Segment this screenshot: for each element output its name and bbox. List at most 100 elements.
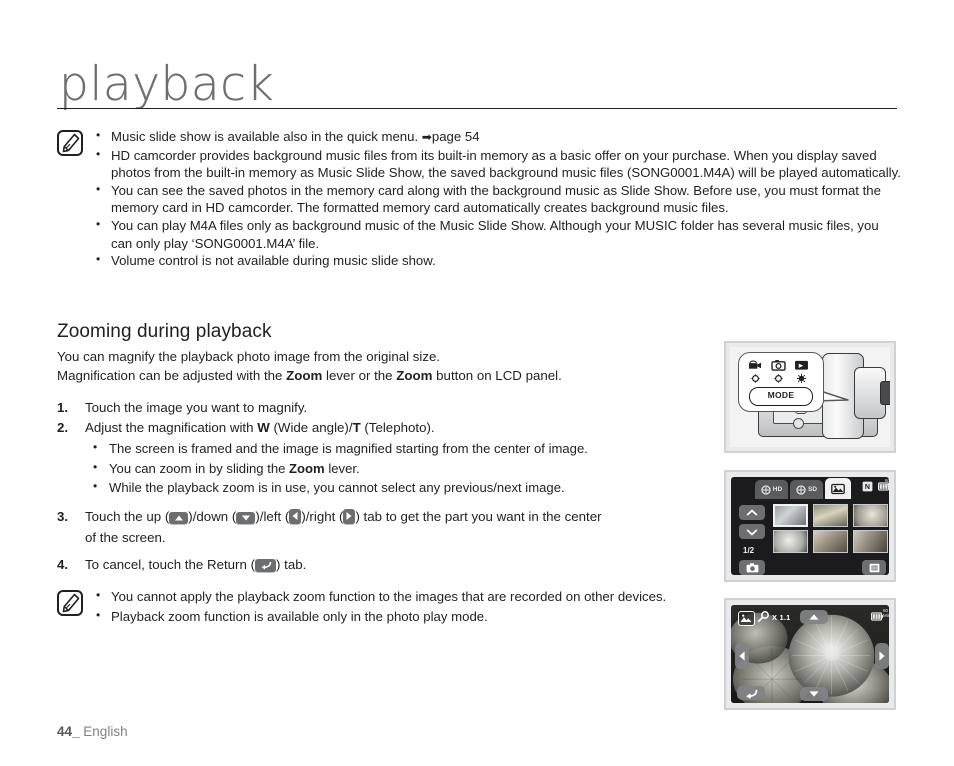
step-text: Touch the image you want to magnify.: [85, 400, 308, 415]
return-tab-icon: [255, 558, 276, 572]
note-pencil-icon: [57, 130, 83, 156]
step-4: 4. To cancel, touch the Return () tab.: [57, 555, 717, 574]
note-item: Volume control is not available during m…: [89, 251, 901, 270]
memory-card-icon: N: [862, 481, 873, 492]
play-mode-led-icon-active: [797, 374, 806, 383]
svg-text:N: N: [865, 484, 870, 491]
page-title: playback: [59, 57, 275, 112]
lcd-screen: X 1.1 60Min: [731, 605, 889, 703]
photo-mode-icon: [771, 360, 786, 371]
thumbnail-item[interactable]: [813, 530, 848, 553]
lead-line-2: Magnification can be adjusted with the Z…: [57, 367, 562, 383]
menu-button[interactable]: [862, 560, 886, 575]
arrow-ref-icon: ➡: [421, 130, 432, 144]
video-mode-icon: [749, 360, 762, 369]
sub-bullet: The screen is framed and the image is ma…: [85, 438, 717, 459]
up-arrow-tab[interactable]: [800, 610, 828, 624]
playback-zoom-screen-figure: X 1.1 60Min: [724, 598, 896, 710]
section-heading: Zooming during playback: [57, 321, 272, 342]
note-text-a: Music slide show is available also in th…: [111, 129, 422, 144]
tab-bar: HD SD N 6 M: [731, 477, 889, 499]
page-footer: 44_ English: [57, 724, 128, 739]
sd-video-tab-icon: [796, 484, 806, 495]
thumbnail-item[interactable]: [853, 530, 888, 553]
step-3: 3. Touch the up ()/down ()/left ()/right…: [57, 507, 717, 547]
footer-page-number: 44_: [57, 724, 80, 739]
up-arrow-tab-icon: [169, 511, 189, 524]
note-item: HD camcorder provides background music f…: [89, 146, 901, 182]
play-mode-icon: [795, 360, 808, 370]
down-arrow-tab-icon: [236, 511, 256, 524]
note-bottom-list: You cannot apply the playback zoom funct…: [89, 587, 709, 626]
right-arrow-tab[interactable]: [875, 643, 889, 669]
step-1: 1. Touch the image you want to magnify.: [57, 398, 717, 417]
photo-play-mode-icon: [738, 611, 755, 626]
step-2-bullets: The screen is framed and the image is ma…: [85, 438, 717, 498]
thumbnail-index-screen-figure: HD SD N 6 M 1/2: [724, 470, 896, 582]
down-arrow-tab[interactable]: [800, 687, 828, 701]
return-tab[interactable]: [737, 686, 765, 700]
mode-button-callout: MODE: [738, 352, 824, 412]
left-arrow-icon: [739, 651, 745, 661]
step-text: To cancel, touch the Return () tab.: [85, 556, 307, 572]
tab-hd-video[interactable]: HD: [755, 480, 788, 499]
footer-language: English: [83, 724, 128, 739]
step-2: 2. Adjust the magnification with W (Wide…: [57, 418, 717, 498]
tab-photo[interactable]: [825, 478, 851, 499]
zoom-magnification-label: X 1.1: [772, 613, 791, 622]
camera-icon: [746, 562, 758, 572]
title-underline: [57, 108, 897, 109]
tab-label: HD: [772, 486, 783, 493]
note-ref: page 54: [431, 129, 480, 144]
thumbnail-item[interactable]: [813, 504, 848, 527]
photo-mode-led-icon: [774, 374, 783, 383]
down-arrow-icon: [809, 691, 819, 697]
manual-page: playback Music slide show is available a…: [0, 0, 954, 766]
step-text: Touch the up ()/down ()/left ()/right ()…: [85, 508, 602, 524]
note-item: Music slide show is available also in th…: [89, 127, 901, 147]
up-arrow-icon: [809, 614, 819, 620]
magnifier-icon: [757, 611, 769, 623]
photo-tab-icon: [831, 483, 845, 494]
section-lead: You can magnify the playback photo image…: [57, 348, 697, 385]
chevron-up-icon: [746, 508, 758, 516]
tab-sd-video[interactable]: SD: [790, 480, 823, 499]
step-number: 4.: [57, 556, 69, 572]
left-arrow-tab[interactable]: [735, 643, 749, 669]
left-arrow-tab-icon: [289, 508, 302, 524]
scroll-up-button[interactable]: [739, 505, 765, 520]
thumbnail-item[interactable]: [773, 530, 808, 553]
battery-remaining-label: 60Min: [883, 608, 889, 618]
camcorder-side-dial: [793, 418, 804, 429]
tab-label: SD: [807, 486, 818, 493]
camcorder-strap: [880, 381, 890, 405]
note-item: You can play M4A files only as backgroun…: [89, 216, 901, 252]
lead-line-1: You can magnify the playback photo image…: [57, 349, 441, 364]
step-number: 3.: [57, 508, 69, 524]
thumbnail-item[interactable]: [773, 504, 808, 527]
step-number: 1.: [57, 400, 69, 415]
video-mode-led-icon: [751, 374, 760, 383]
sub-bullet: You can zoom in by sliding the Zoom leve…: [85, 458, 717, 479]
chevron-down-icon: [746, 528, 758, 536]
steps-list: 1. Touch the image you want to magnify. …: [57, 398, 717, 575]
battery-remaining-label: 60Min: [885, 478, 889, 488]
step-number: 2.: [57, 420, 69, 435]
note-top-list: Music slide show is available also in th…: [89, 127, 901, 270]
thumbnail-item[interactable]: [853, 504, 888, 527]
sub-bullet: While the playback zoom is in use, you c…: [85, 477, 717, 498]
note-pencil-icon: [57, 590, 83, 616]
return-icon: [745, 689, 757, 699]
lcd-screen: HD SD N 6 M 1/2: [731, 477, 889, 575]
step-3-continuation: of the screen.: [85, 529, 166, 545]
scroll-down-button[interactable]: [739, 524, 765, 539]
photo-capture-button[interactable]: [739, 560, 765, 575]
hd-video-tab-icon: [761, 484, 771, 495]
mode-button-label[interactable]: MODE: [749, 387, 813, 406]
step-text: Adjust the magnification with W (Wide an…: [85, 420, 435, 435]
list-menu-icon: [869, 563, 879, 572]
right-arrow-icon: [879, 651, 885, 661]
right-arrow-tab-icon: [343, 508, 356, 524]
note-item: Playback zoom function is available only…: [89, 607, 709, 626]
page-indicator: 1/2: [743, 546, 755, 555]
